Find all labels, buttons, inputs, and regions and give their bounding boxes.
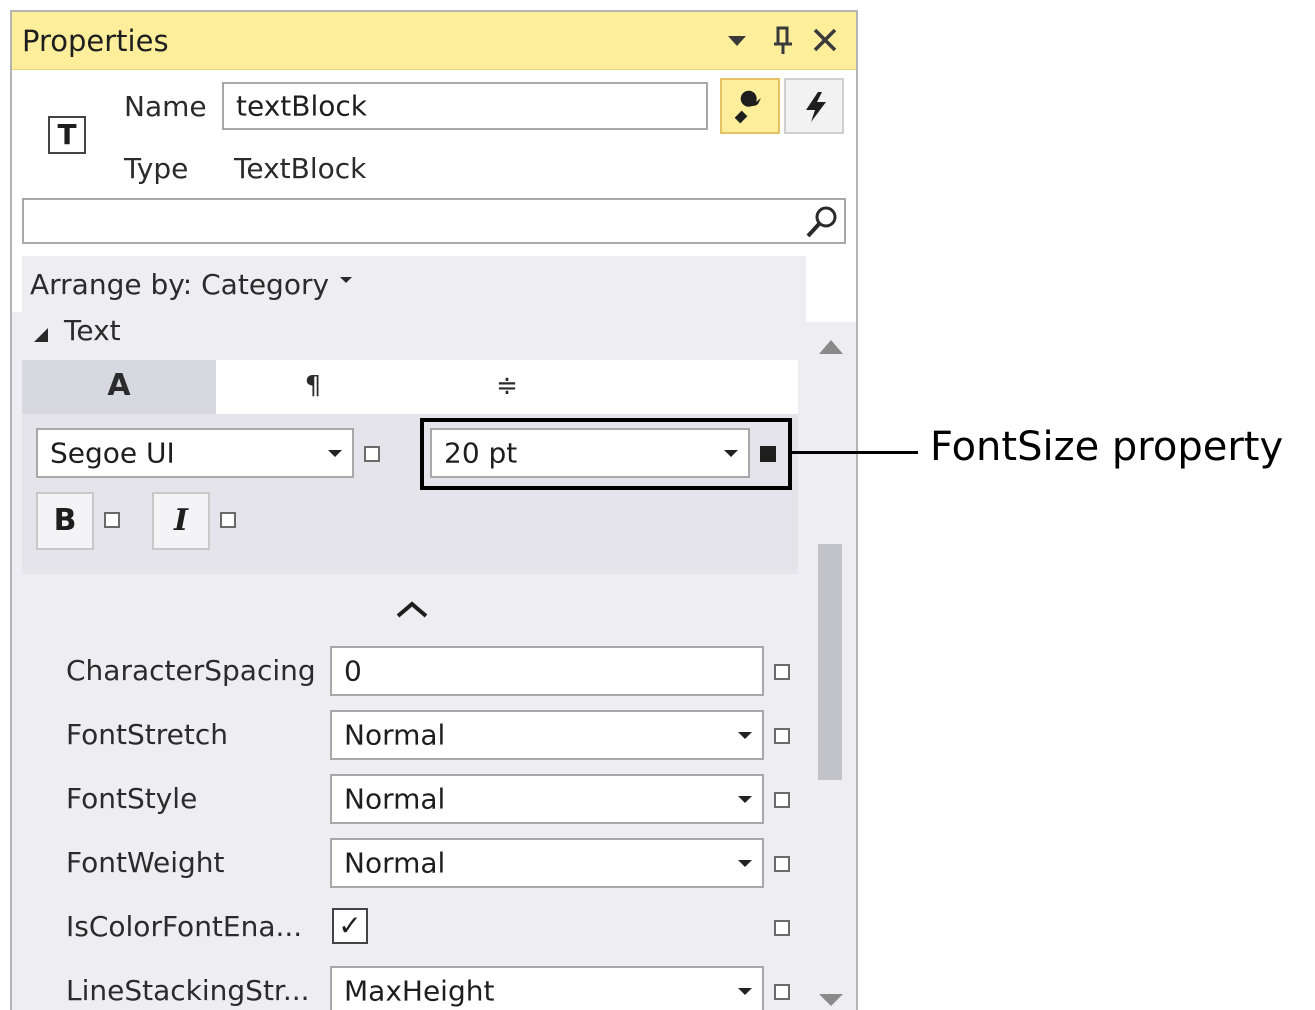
dropdown-arrow-icon xyxy=(738,860,752,867)
property-row-font-style: FontStyle Normal xyxy=(12,774,812,828)
property-row-font-weight: FontWeight Normal xyxy=(12,838,812,892)
is-color-font-enabled-checkbox[interactable]: ✓ xyxy=(332,908,368,944)
scroll-thumb[interactable] xyxy=(818,544,842,780)
line-stacking-strategy-dropdown[interactable]: MaxHeight xyxy=(330,966,764,1010)
caret-down-icon xyxy=(340,277,353,283)
callout-label: FontSize property xyxy=(930,424,1284,470)
close-icon[interactable] xyxy=(808,22,842,58)
font-size-property-marker[interactable] xyxy=(760,446,776,462)
font-family-dropdown[interactable]: Segoe UI xyxy=(36,428,354,478)
section-title-text: Text xyxy=(64,314,121,347)
font-family-property-marker[interactable] xyxy=(364,446,380,462)
property-row-character-spacing: CharacterSpacing 0 xyxy=(12,646,812,700)
arrange-by-dropdown[interactable]: Arrange by: Category xyxy=(30,268,354,301)
dropdown-arrow-icon xyxy=(724,450,738,457)
properties-panel: Properties T Name textBlock Type TextBlo… xyxy=(10,10,858,1010)
italic-property-marker[interactable] xyxy=(220,512,236,528)
callout-line xyxy=(790,451,918,454)
lightning-icon xyxy=(806,92,826,122)
wrench-icon xyxy=(734,90,761,124)
scroll-up-arrow-icon[interactable] xyxy=(819,340,843,354)
scroll-down-arrow-icon[interactable] xyxy=(819,994,843,1006)
search-icon xyxy=(806,206,837,238)
chevron-up-icon[interactable] xyxy=(394,598,430,620)
property-marker[interactable] xyxy=(774,920,790,936)
properties-toggle-button[interactable] xyxy=(720,78,780,134)
bold-property-marker[interactable] xyxy=(104,512,120,528)
chevron-down-icon[interactable] xyxy=(720,22,754,58)
font-stretch-dropdown[interactable]: Normal xyxy=(330,710,764,760)
property-marker[interactable] xyxy=(774,856,790,872)
font-weight-dropdown[interactable]: Normal xyxy=(330,838,764,888)
panel-title: Properties xyxy=(22,24,169,58)
panel-titlebar: Properties xyxy=(12,12,856,70)
pin-icon[interactable] xyxy=(766,22,800,58)
font-size-dropdown[interactable]: 20 pt xyxy=(430,428,750,478)
italic-button[interactable]: I xyxy=(152,492,210,550)
font-style-dropdown[interactable]: Normal xyxy=(330,774,764,824)
tab-spacing[interactable]: ≑ xyxy=(410,360,604,412)
property-row-line-stacking-strategy: LineStackingStr... MaxHeight xyxy=(12,966,812,1010)
property-marker[interactable] xyxy=(774,984,790,1000)
dropdown-arrow-icon xyxy=(328,450,342,457)
vertical-scrollbar[interactable] xyxy=(806,322,856,1010)
property-marker[interactable] xyxy=(774,728,790,744)
type-value: TextBlock xyxy=(234,152,367,185)
name-input[interactable]: textBlock xyxy=(222,82,708,130)
dropdown-arrow-icon xyxy=(738,732,752,739)
tab-paragraph[interactable]: ¶ xyxy=(216,360,410,412)
property-marker[interactable] xyxy=(774,792,790,808)
dropdown-arrow-icon xyxy=(738,796,752,803)
collapse-triangle-icon[interactable] xyxy=(32,326,50,344)
tab-font[interactable]: A xyxy=(22,360,216,412)
events-toggle-button[interactable] xyxy=(784,78,844,134)
name-label: Name xyxy=(124,90,207,123)
character-spacing-input[interactable]: 0 xyxy=(330,646,764,696)
type-label: Type xyxy=(124,152,189,185)
dropdown-arrow-icon xyxy=(738,988,752,995)
property-marker[interactable] xyxy=(774,664,790,680)
property-row-font-stretch: FontStretch Normal xyxy=(12,710,812,764)
bold-button[interactable]: B xyxy=(36,492,94,550)
property-search-input[interactable] xyxy=(22,198,846,244)
textblock-type-icon: T xyxy=(48,116,86,154)
property-row-is-color-font-enabled: IsColorFontEna... ✓ xyxy=(12,902,812,956)
